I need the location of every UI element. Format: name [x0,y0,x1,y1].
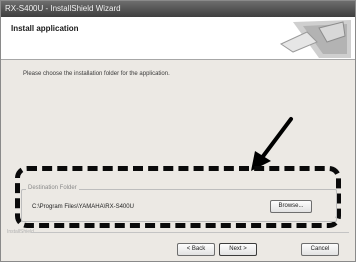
back-button[interactable]: < Back [177,243,215,256]
destination-path: C:\Program Files\YAMAHA\RX-S400U [32,204,134,210]
instruction-text: Please choose the installation folder fo… [23,71,170,77]
page-title: Install application [11,24,79,33]
destination-folder-label: Destination Folder [26,185,79,191]
window-title: RX-S400U - InstallShield Wizard [1,1,355,17]
next-button[interactable]: Next > [219,243,257,256]
arrow-annotation-icon [251,117,293,171]
browse-button[interactable]: Browse... [270,200,312,213]
destination-folder-group: Destination Folder C:\Program Files\YAMA… [21,185,337,222]
wizard-header: Install application [1,17,355,60]
footer-divider [31,232,349,233]
installshield-label: InstallShield [7,229,34,235]
cancel-button[interactable]: Cancel [301,243,339,256]
wizard-banner-graphic-icon [279,20,351,58]
installer-window: RX-S400U - InstallShield Wizard Install … [0,0,356,262]
